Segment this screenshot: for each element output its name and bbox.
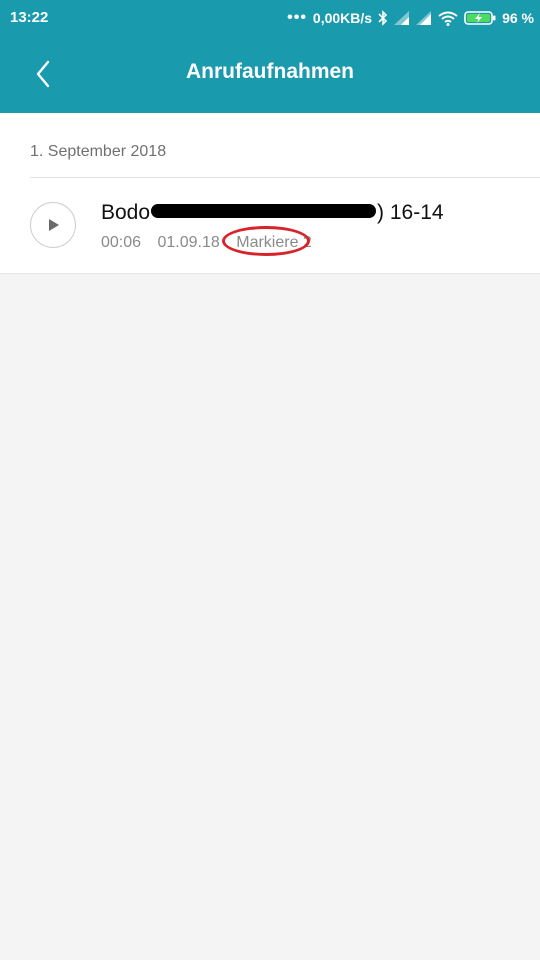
- status-time: 13:22: [10, 9, 49, 26]
- play-icon: [49, 219, 59, 231]
- recording-meta: 00:06 01.09.18 Markiere 2: [101, 226, 336, 256]
- more-dots-icon: •••: [287, 9, 307, 26]
- signal-icon: [394, 11, 410, 25]
- page-title: Anrufaufnahmen: [186, 60, 354, 83]
- signal-icon: [416, 11, 432, 25]
- recording-item[interactable]: Bodo ) 16-14 00:06 01.09.18 Markiere 2: [0, 179, 540, 273]
- play-button[interactable]: [30, 202, 76, 248]
- recording-date: 01.09.18: [157, 234, 220, 251]
- recording-duration: 00:06: [101, 234, 142, 251]
- status-icons: ••• 0,00KB/s 96 %: [281, 8, 534, 28]
- recording-tag: Markiere 2: [222, 226, 324, 256]
- bluetooth-icon: [378, 10, 388, 26]
- battery-level: 96 %: [502, 10, 534, 26]
- recording-title-suffix: ) 16-14: [377, 201, 444, 224]
- section-date-header: 1. September 2018: [30, 143, 167, 160]
- redacted-contact-name: [151, 204, 377, 219]
- wifi-icon: [438, 11, 458, 26]
- recording-title: Bodo ) 16-14: [101, 201, 444, 225]
- recording-tag-label: Markiere 2: [236, 234, 312, 251]
- divider: [30, 177, 540, 178]
- network-speed: 0,00KB/s: [312, 10, 373, 26]
- app-bar: Anrufaufnahmen: [0, 36, 540, 113]
- recordings-list: 1. September 2018 Bodo ) 16-14 00:06 01.0…: [0, 113, 540, 274]
- status-bar: 13:22 ••• 0,00KB/s 96 %: [0, 0, 540, 36]
- recording-title-prefix: Bodo: [101, 201, 151, 224]
- battery-charging-icon: [464, 11, 496, 25]
